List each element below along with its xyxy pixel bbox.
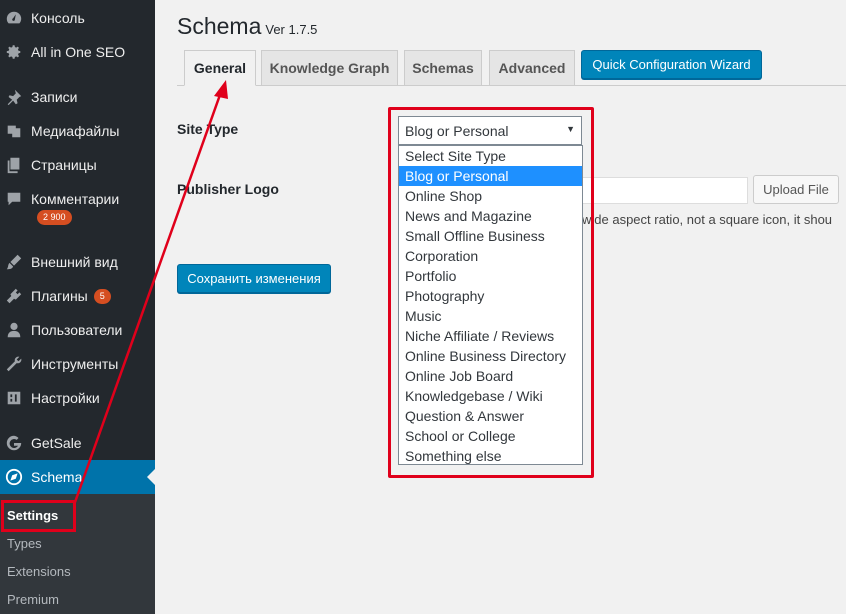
page-title: Schema Ver 1.7.5 <box>177 13 317 40</box>
tab-knowledge-graph[interactable]: Knowledge Graph <box>261 50 398 86</box>
upload-file-button[interactable]: Upload File <box>753 175 839 204</box>
sidebar-item-label: GetSale <box>31 435 82 451</box>
chevron-down-icon: ▼ <box>566 124 575 134</box>
getsale-icon <box>4 433 24 453</box>
sidebar-item-schema[interactable]: Schema <box>0 460 155 494</box>
dropdown-option[interactable]: School or College <box>399 426 582 446</box>
sidebar-item-plugins[interactable]: Плагины 5 <box>0 279 155 313</box>
dropdown-option-selected[interactable]: Blog or Personal <box>399 166 582 186</box>
wrench-icon <box>4 354 24 374</box>
dropdown-option[interactable]: Photography <box>399 286 582 306</box>
sidebar-item-label: Плагины <box>31 288 88 304</box>
tab-advanced[interactable]: Advanced <box>489 50 575 86</box>
gear-icon <box>4 42 24 62</box>
compass-icon <box>4 467 24 487</box>
publisher-logo-hint: wide aspect ratio, not a square icon, it… <box>582 212 833 227</box>
sidebar-item-users[interactable]: Пользователи <box>0 313 155 347</box>
sidebar-item-label: Страницы <box>31 157 97 173</box>
brush-icon <box>4 252 24 272</box>
main-content: Schema Ver 1.7.5 General Knowledge Graph … <box>155 0 846 614</box>
media-icon <box>4 121 24 141</box>
dropdown-option[interactable]: Online Job Board <box>399 366 582 386</box>
sidebar-item-aioseo[interactable]: All in One SEO <box>0 35 155 69</box>
dropdown-option[interactable]: Question & Answer <box>399 406 582 426</box>
publisher-logo-label: Publisher Logo <box>177 181 279 197</box>
dropdown-option[interactable]: News and Magazine <box>399 206 582 226</box>
plugins-count-badge: 5 <box>93 288 111 304</box>
settings-highlight-box <box>1 500 76 532</box>
pin-icon <box>4 87 24 107</box>
sidebar-item-settings[interactable]: Настройки <box>0 381 155 415</box>
tab-general[interactable]: General <box>184 50 256 86</box>
sidebar-item-getsale[interactable]: GetSale <box>0 426 155 460</box>
dropdown-option[interactable]: Select Site Type <box>399 146 582 166</box>
dropdown-option[interactable]: Small Offline Business <box>399 226 582 246</box>
sidebar-item-label: Комментарии <box>31 191 120 207</box>
settings-icon <box>4 388 24 408</box>
dropdown-option[interactable]: Corporation <box>399 246 582 266</box>
sidebar-item-console[interactable]: Консоль <box>0 1 155 35</box>
comment-icon <box>4 189 24 209</box>
sidebar-item-label: Записи <box>31 89 78 105</box>
sidebar-item-label: Инструменты <box>31 356 119 372</box>
sidebar-item-label: Консоль <box>31 10 85 26</box>
sidebar-item-label: Медиафайлы <box>31 123 120 139</box>
plugin-icon <box>4 286 24 306</box>
sidebar-item-label: All in One SEO <box>31 44 126 60</box>
sidebar-item-label: Внешний вид <box>31 254 118 270</box>
dropdown-option[interactable]: Music <box>399 306 582 326</box>
site-type-selected-value: Blog or Personal <box>405 122 509 139</box>
publisher-logo-input[interactable] <box>582 177 748 204</box>
save-changes-button[interactable]: Сохранить изменения <box>177 264 331 293</box>
site-type-dropdown-list: Select Site Type Blog or Personal Online… <box>398 145 583 465</box>
submenu-premium[interactable]: Premium <box>7 592 59 607</box>
dropdown-option[interactable]: Something else <box>399 446 582 466</box>
sidebar-item-appearance[interactable]: Внешний вид <box>0 245 155 279</box>
submenu-types[interactable]: Types <box>7 536 42 551</box>
dropdown-option[interactable]: Niche Affiliate / Reviews <box>399 326 582 346</box>
sidebar-item-label: Пользователи <box>31 322 123 338</box>
submenu-extensions[interactable]: Extensions <box>7 564 71 579</box>
sidebar-item-comments[interactable]: Комментарии <box>0 182 155 216</box>
site-type-label: Site Type <box>177 121 239 137</box>
tab-schemas[interactable]: Schemas <box>404 50 482 86</box>
sidebar-item-posts[interactable]: Записи <box>0 80 155 114</box>
site-type-select[interactable]: Blog or Personal ▼ <box>398 116 582 145</box>
sidebar-item-media[interactable]: Медиафайлы <box>0 114 155 148</box>
quick-configuration-wizard-button[interactable]: Quick Configuration Wizard <box>581 50 762 79</box>
sidebar-item-label: Schema <box>31 469 83 485</box>
dropdown-option[interactable]: Portfolio <box>399 266 582 286</box>
page-title-text: Schema <box>177 13 262 39</box>
dropdown-option[interactable]: Knowledgebase / Wiki <box>399 386 582 406</box>
page-version: Ver 1.7.5 <box>265 22 318 37</box>
dropdown-option[interactable]: Online Shop <box>399 186 582 206</box>
comments-count-badge: 2 900 <box>37 210 72 225</box>
pages-icon <box>4 155 24 175</box>
dashboard-icon <box>4 8 24 28</box>
dropdown-option[interactable]: Online Business Directory <box>399 346 582 366</box>
sidebar-item-pages[interactable]: Страницы <box>0 148 155 182</box>
sidebar-item-tools[interactable]: Инструменты <box>0 347 155 381</box>
sidebar-item-label: Настройки <box>31 390 100 406</box>
user-icon <box>4 320 24 340</box>
